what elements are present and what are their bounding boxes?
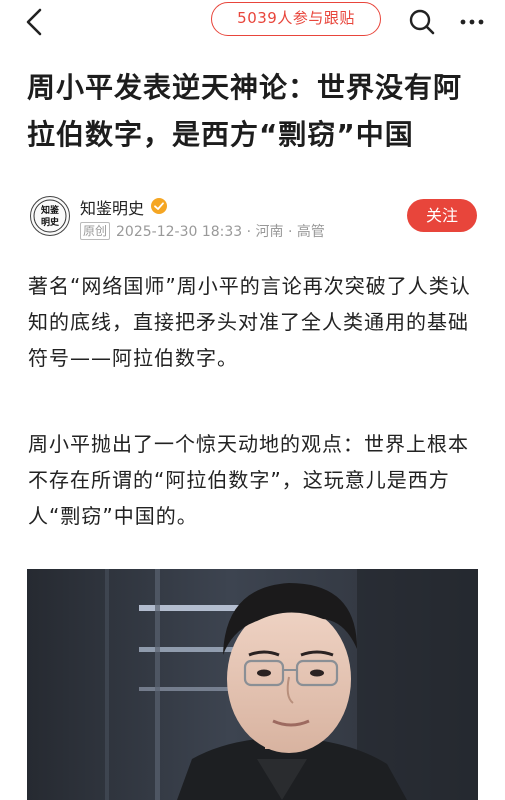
publish-info: 2025-12-30 18:33 · 河南 · 高管 xyxy=(116,224,325,240)
svg-text:鉴: 鉴 xyxy=(49,204,60,216)
svg-text:史: 史 xyxy=(50,216,60,228)
more-button[interactable] xyxy=(456,6,488,38)
top-bar: 5039人参与跟贴 xyxy=(0,0,505,44)
comment-count-pill[interactable]: 5039人参与跟贴 xyxy=(211,2,381,36)
chevron-left-icon xyxy=(26,8,42,36)
more-dots-icon xyxy=(460,19,484,25)
article-paragraph: 周小平抛出了一个惊天动地的观点：世界上根本不存在所谓的“阿拉伯数字”，这玩意儿是… xyxy=(28,432,469,528)
article-meta: 原创 2025-12-30 18:33 · 河南 · 高管 xyxy=(80,221,325,241)
article-title: 周小平发表逆天神论：世界没有阿拉伯数字，是西方“剽窃”中国 xyxy=(27,71,463,151)
seal-logo-icon: 知 鉴 明 史 xyxy=(33,199,66,232)
follow-button[interactable]: 关注 xyxy=(407,199,477,232)
avatar[interactable]: 知 鉴 明 史 xyxy=(30,196,70,236)
back-button[interactable] xyxy=(16,4,52,40)
author-name[interactable]: 知鉴明史 xyxy=(80,195,144,219)
original-tag: 原创 xyxy=(80,222,111,240)
article-paragraph: 著名“网络国师”周小平的言论再次突破了人类认知的底线，直接把矛头对准了全人类通用… xyxy=(28,274,471,370)
article-photo[interactable] xyxy=(27,569,478,800)
search-button[interactable] xyxy=(406,6,438,38)
author-row: 知 鉴 明 史 知鉴明史 原创 2025-12-30 18:33 · 河南 · 高… xyxy=(0,190,505,246)
svg-text:知: 知 xyxy=(40,204,50,216)
search-icon xyxy=(409,9,435,35)
svg-text:明: 明 xyxy=(41,217,50,228)
verified-badge-icon xyxy=(151,198,167,214)
